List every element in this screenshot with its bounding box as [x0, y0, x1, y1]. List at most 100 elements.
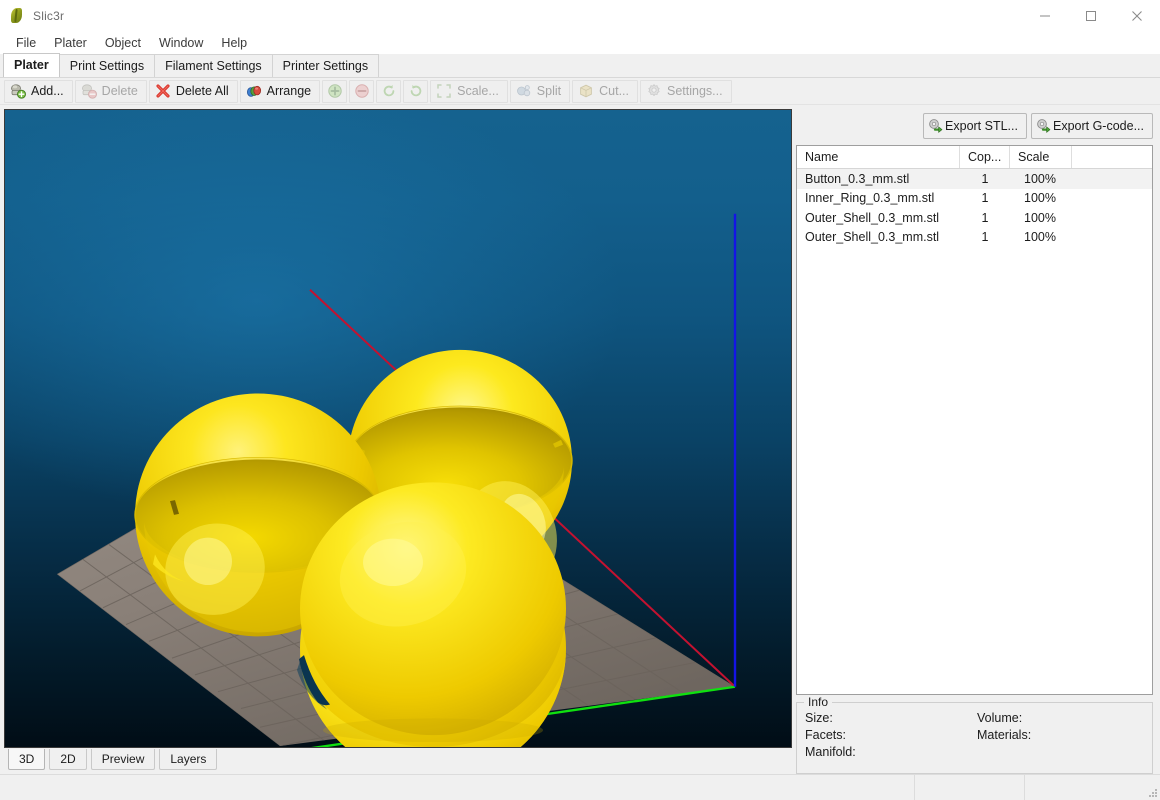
object-copies: 1	[981, 171, 989, 186]
rotate-ccw-button[interactable]	[376, 79, 402, 103]
cut-icon	[578, 83, 594, 99]
column-header-copies[interactable]: Cop...	[960, 146, 1010, 168]
tab-printer-settings[interactable]: Printer Settings	[271, 54, 380, 77]
menu-plater[interactable]: Plater	[45, 34, 96, 52]
plus-circle-icon	[327, 83, 343, 99]
export-gcode-button[interactable]: Export G-code...	[1030, 113, 1153, 139]
table-row[interactable]: Outer_Shell_0.3_mm.stl 1 100%	[797, 228, 1152, 248]
settings-icon	[646, 83, 662, 99]
minimize-icon[interactable]	[1022, 0, 1068, 32]
menu-help[interactable]: Help	[212, 34, 256, 52]
arrange-button-label: Arrange	[266, 84, 312, 98]
object-list-header: Name Cop... Scale	[797, 146, 1152, 169]
export-gcode-icon	[1036, 118, 1052, 134]
3d-scene	[57, 213, 737, 747]
3d-viewport[interactable]	[4, 109, 792, 748]
dome-contact-shadow	[323, 718, 543, 743]
settings-button[interactable]: Settings...	[640, 79, 732, 103]
tab-plater[interactable]: Plater	[3, 53, 60, 77]
column-header-scale[interactable]: Scale	[1010, 146, 1072, 168]
menu-object[interactable]: Object	[96, 34, 150, 52]
info-manifold-label: Manifold:	[805, 745, 856, 759]
plater-right-column: Export STL... Export G-code... Name Cop.…	[796, 109, 1156, 774]
info-size-label: Size:	[805, 711, 833, 725]
tab-filament-settings[interactable]: Filament Settings	[154, 54, 273, 77]
cut-button-label: Cut...	[599, 84, 629, 98]
view-tab-3d[interactable]: 3D	[8, 749, 46, 770]
status-bar	[0, 774, 1160, 800]
add-button[interactable]: Add...	[4, 79, 73, 103]
scale-icon	[436, 83, 452, 99]
rotate-cw-button[interactable]	[403, 79, 429, 103]
info-materials-label: Materials:	[977, 728, 1032, 742]
menu-window[interactable]: Window	[150, 34, 212, 52]
menu-file[interactable]: File	[7, 34, 45, 52]
menu-bar: File Plater Object Window Help	[0, 32, 1160, 54]
object-scale: 100%	[1024, 191, 1056, 206]
object-scale: 100%	[1024, 171, 1056, 186]
info-manifold-value	[977, 745, 1144, 759]
info-panel-legend: Info	[804, 695, 833, 709]
status-message	[0, 775, 914, 800]
split-button[interactable]: Split	[509, 79, 571, 103]
object-copies: 1	[981, 210, 989, 225]
object-name: Inner_Ring_0.3_mm.stl	[805, 191, 935, 206]
table-row[interactable]: Outer_Shell_0.3_mm.stl 1 100%	[797, 208, 1152, 228]
info-facets-label: Facets:	[805, 728, 846, 742]
add-object-icon	[10, 83, 26, 99]
info-volume-label: Volume:	[977, 711, 1023, 725]
info-panel: Info Size: Volume: Facets: Materials: Ma…	[796, 695, 1153, 774]
export-stl-icon	[928, 118, 944, 134]
object-scale: 100%	[1024, 230, 1056, 245]
table-row[interactable]: Button_0.3_mm.stl 1 100%	[797, 169, 1152, 189]
object-name: Button_0.3_mm.stl	[805, 171, 910, 186]
object-name: Outer_Shell_0.3_mm.stl	[805, 210, 940, 225]
table-row[interactable]: Inner_Ring_0.3_mm.stl 1 100%	[797, 189, 1152, 209]
arrange-icon	[246, 83, 262, 99]
export-stl-label: Export STL...	[945, 119, 1018, 133]
view-tab-preview[interactable]: Preview	[90, 749, 156, 770]
object-scale: 100%	[1024, 210, 1056, 225]
plater-toolbar: Add... Delete Delete All Arrange Scale..…	[0, 78, 1160, 105]
status-cell-2	[1024, 775, 1144, 800]
decrease-copies-button[interactable]	[349, 79, 375, 103]
object-copies: 1	[981, 191, 989, 206]
view-tab-2d[interactable]: 2D	[49, 749, 87, 770]
export-stl-button[interactable]: Export STL...	[923, 113, 1027, 139]
arrange-button[interactable]: Arrange	[239, 79, 321, 103]
scale-button[interactable]: Scale...	[430, 79, 508, 103]
tab-print-settings[interactable]: Print Settings	[58, 54, 156, 77]
cut-button[interactable]: Cut...	[572, 79, 638, 103]
delete-object-icon	[81, 83, 97, 99]
slic3r-leaf-icon	[8, 7, 26, 25]
delete-all-button[interactable]: Delete All	[148, 79, 238, 103]
object-list[interactable]: Name Cop... Scale Button_0.3_mm.stl 1 10…	[796, 145, 1153, 695]
split-icon	[516, 83, 532, 99]
delete-button[interactable]: Delete	[74, 79, 147, 103]
scale-button-label: Scale...	[457, 84, 499, 98]
export-gcode-label: Export G-code...	[1052, 119, 1144, 133]
delete-all-icon	[155, 83, 171, 99]
split-button-label: Split	[536, 84, 562, 98]
column-header-filler	[1072, 146, 1152, 168]
plater-left-column: 3D 2D Preview Layers	[4, 109, 792, 774]
close-icon[interactable]	[1114, 0, 1160, 32]
rotate-ccw-icon	[381, 83, 397, 99]
status-cell-1	[914, 775, 1024, 800]
resize-grip-icon[interactable]	[1144, 775, 1160, 800]
object-copies: 1	[981, 230, 989, 245]
minus-circle-icon	[354, 83, 370, 99]
add-button-label: Add...	[31, 84, 64, 98]
delete-all-button-label: Delete All	[175, 84, 229, 98]
column-header-name[interactable]: Name	[797, 146, 960, 168]
window-title: Slic3r	[33, 8, 65, 23]
object-inner-ring-dome	[297, 482, 566, 747]
view-tab-layers[interactable]: Layers	[159, 749, 218, 770]
main-tab-strip: Plater Print Settings Filament Settings …	[0, 53, 1160, 78]
increase-copies-button[interactable]	[322, 79, 348, 103]
slic3r-window: Slic3r File Plater Object Window Help Pl…	[0, 0, 1160, 800]
view-tab-strip: 3D 2D Preview Layers	[4, 748, 792, 774]
maximize-icon[interactable]	[1068, 0, 1114, 32]
main-body: 3D 2D Preview Layers Export STL... Expor…	[0, 105, 1160, 774]
delete-button-label: Delete	[101, 84, 138, 98]
